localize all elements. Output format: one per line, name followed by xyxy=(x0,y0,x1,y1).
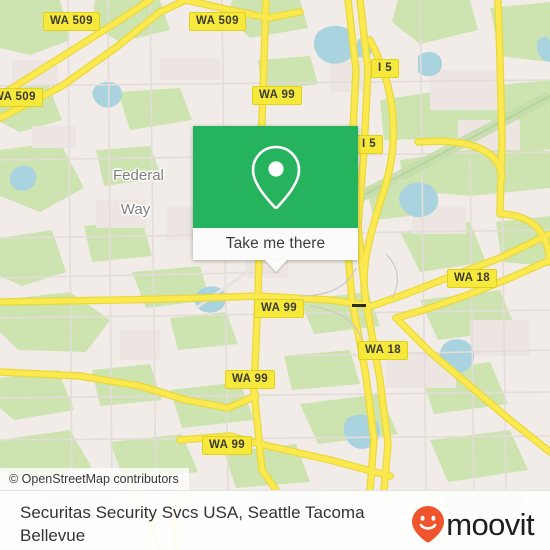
city-label-federal-way: Federal Way xyxy=(88,150,164,235)
location-callout-card[interactable]: Take me there xyxy=(193,126,358,272)
city-label-line2: Way xyxy=(120,201,151,218)
take-me-there-label: Take me there xyxy=(225,235,326,252)
road-shield-wa18-right: WA 18 xyxy=(447,269,498,288)
moovit-pin-icon xyxy=(412,506,445,543)
road-shield-i5-upper: I 5 xyxy=(371,59,399,78)
road-shield-wa99-upper: WA 99 xyxy=(252,86,303,105)
map-canvas[interactable]: Federal Way WA 509 WA 509 WA 509 WA 99 I… xyxy=(0,0,550,490)
road-shield-wa18-mid: WA 18 xyxy=(358,341,409,360)
map-screenshot: Federal Way WA 509 WA 509 WA 509 WA 99 I… xyxy=(0,0,550,550)
footer-bar: Securitas Security Svcs USA, Seattle Tac… xyxy=(0,490,550,550)
road-shield-wa99-bottom: WA 99 xyxy=(202,436,253,455)
osm-attribution[interactable]: © OpenStreetMap contributors xyxy=(0,468,189,490)
callout-header xyxy=(193,126,358,228)
moovit-wordmark: moovit xyxy=(446,506,534,542)
road-shield-wa509-top-mid: WA 509 xyxy=(189,12,246,31)
road-shield-wa509-top-left: WA 509 xyxy=(43,12,100,31)
city-label-line1: Federal xyxy=(113,167,164,184)
osm-attribution-text: © OpenStreetMap contributors xyxy=(9,472,179,486)
road-shield-wa99-mid: WA 99 xyxy=(254,299,305,318)
take-me-there-button[interactable]: Take me there xyxy=(193,228,358,260)
callout-pointer xyxy=(264,260,287,272)
road-shield-wa509-left-edge: WA 509 xyxy=(0,88,43,107)
road-shield-wa99-lower: WA 99 xyxy=(225,370,276,389)
place-title: Securitas Security Svcs USA, Seattle Tac… xyxy=(20,503,365,545)
map-pin-icon xyxy=(251,145,300,210)
moovit-logo[interactable]: moovit xyxy=(411,505,535,543)
road-shield-i5-lower: I 5 xyxy=(355,135,383,154)
